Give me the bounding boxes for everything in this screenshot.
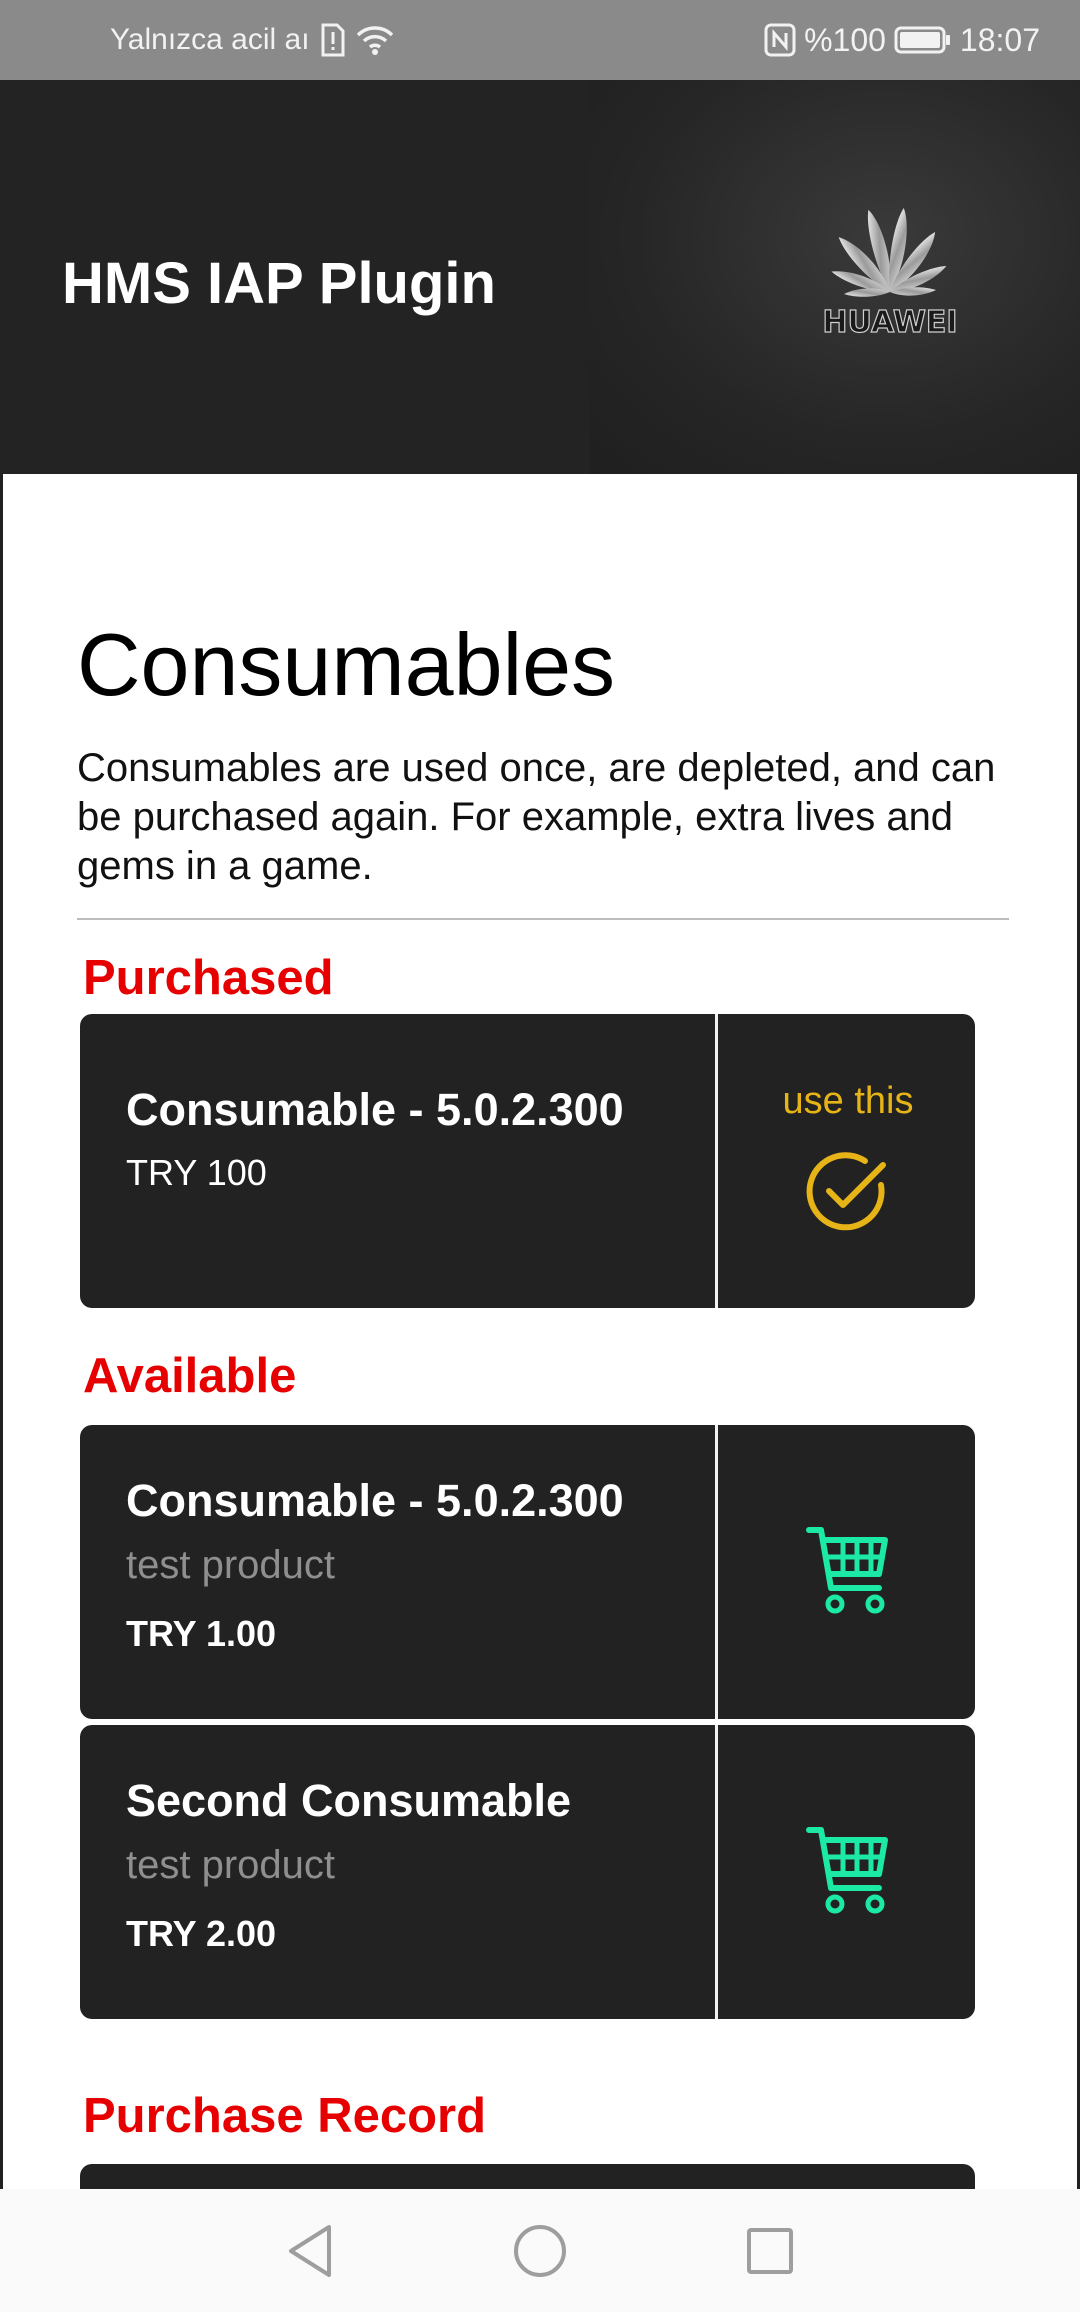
- product-subtitle: test product: [126, 1543, 336, 1587]
- buy-button[interactable]: [721, 1725, 975, 2019]
- shopping-cart-icon: [805, 1524, 891, 1621]
- status-right: %100 18:07: [764, 22, 1040, 59]
- nfc-icon: [764, 23, 796, 57]
- huawei-logo: HUAWEI: [790, 190, 990, 350]
- product-price: TRY 1.00: [126, 1613, 277, 1654]
- available-product-card: Consumable - 5.0.2.300 test product TRY …: [80, 1425, 975, 1719]
- check-circle-icon: [803, 1147, 893, 1242]
- product-price: TRY 100: [126, 1152, 267, 1193]
- section-label-available: Available: [83, 1349, 297, 1403]
- wifi-icon: [356, 24, 394, 56]
- app-title: HMS IAP Plugin: [62, 251, 496, 316]
- app-header: HMS IAP Plugin HUAWEI: [0, 80, 1080, 474]
- recents-icon[interactable]: [735, 2216, 805, 2286]
- product-info: Consumable - 5.0.2.300 test product TRY …: [80, 1425, 718, 1719]
- section-label-purchase-record: Purchase Record: [83, 2089, 487, 2143]
- page-description: Consumables are used once, are depleted,…: [77, 746, 996, 888]
- clock: 18:07: [959, 21, 1040, 58]
- purchase-record-card: [80, 2164, 975, 2189]
- battery-icon: [894, 25, 952, 55]
- battery-percent: %100: [804, 21, 886, 58]
- divider: [77, 918, 1009, 920]
- huawei-wordmark: HUAWEI: [822, 305, 957, 340]
- product-info: Second Consumable test product TRY 2.00: [80, 1725, 718, 2019]
- available-product-card: Second Consumable test product TRY 2.00: [80, 1725, 975, 2019]
- purchased-product-card: Consumable - 5.0.2.300 TRY 100 use this: [80, 1014, 975, 1308]
- product-title: Consumable - 5.0.2.300: [126, 1475, 624, 1526]
- back-icon[interactable]: [275, 2216, 345, 2286]
- product-title: Consumable - 5.0.2.300: [126, 1084, 624, 1135]
- product-subtitle: test product: [126, 1843, 336, 1887]
- shopping-cart-icon: [805, 1824, 891, 1921]
- carrier-text: Yalnızca acil aı: [110, 23, 310, 56]
- home-icon[interactable]: [505, 2216, 575, 2286]
- use-button[interactable]: use this: [721, 1014, 975, 1308]
- status-left: Yalnızca acil aı: [110, 23, 394, 57]
- system-nav-bar: [0, 2189, 1080, 2312]
- product-title: Second Consumable: [126, 1775, 572, 1826]
- page-title: Consumables: [77, 615, 616, 714]
- content-panel: Consumables Consumables are used once, a…: [0, 474, 1080, 2189]
- section-label-purchased: Purchased: [83, 951, 334, 1005]
- status-bar: Yalnızca acil aı %100 18:07: [0, 0, 1080, 80]
- sim-alert-icon: [320, 23, 346, 57]
- buy-button[interactable]: [721, 1425, 975, 1719]
- use-label: use this: [782, 1080, 914, 1122]
- product-price: TRY 2.00: [126, 1913, 277, 1954]
- product-info: Consumable - 5.0.2.300 TRY 100: [80, 1014, 718, 1308]
